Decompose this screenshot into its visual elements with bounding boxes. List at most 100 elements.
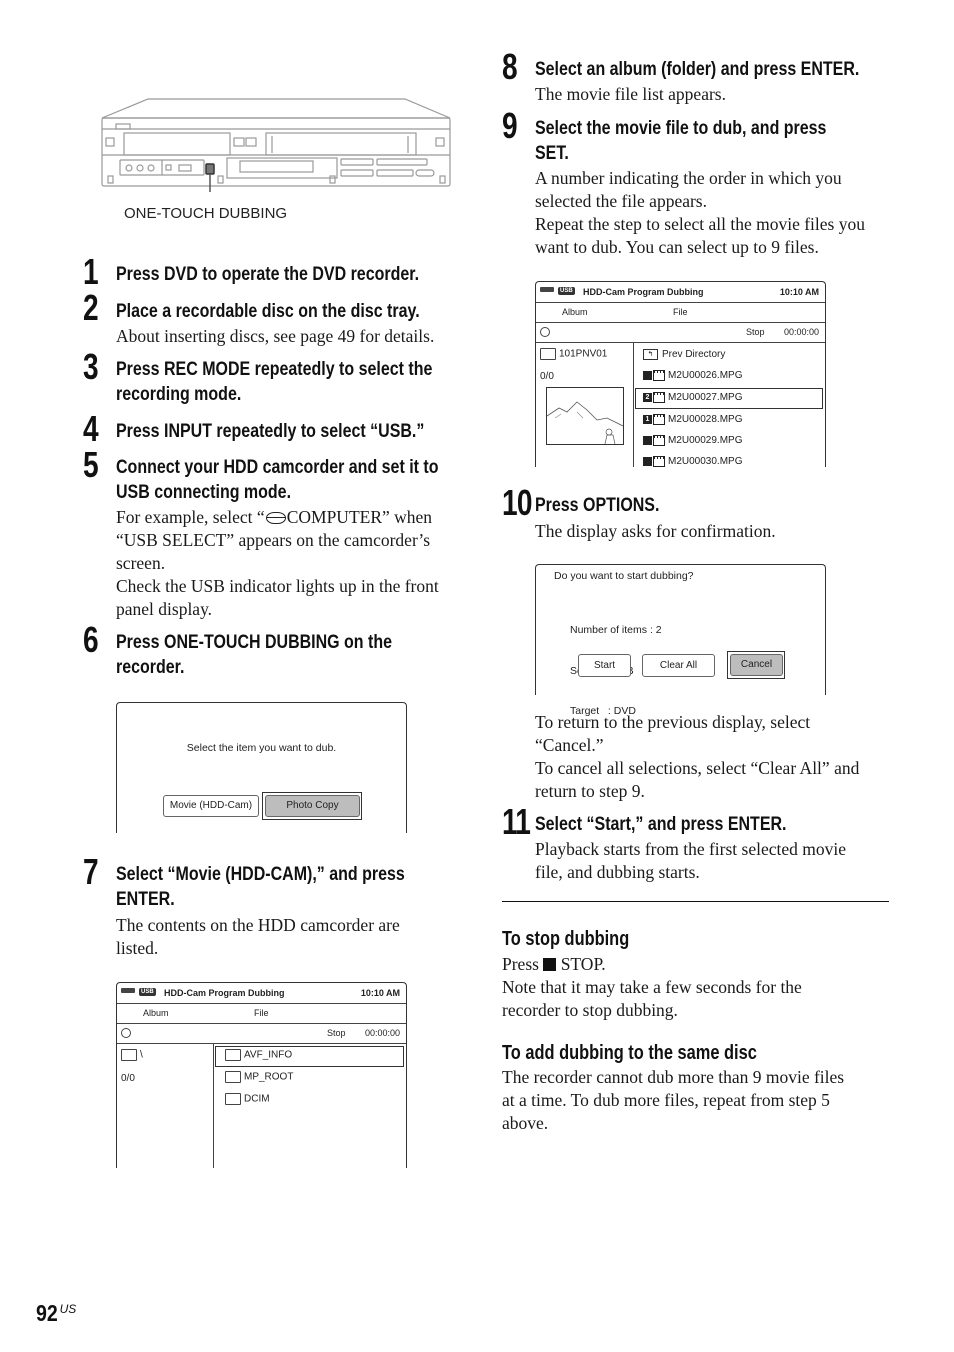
start-button[interactable]: Start — [578, 654, 631, 677]
album-item[interactable]: 101PNV01 — [540, 348, 607, 360]
photo-copy-button[interactable]: Photo Copy — [265, 795, 360, 817]
clock: 10:10 AM — [360, 988, 400, 998]
selection-order-badge — [643, 371, 652, 380]
dvd-recorder-illustration — [100, 96, 452, 192]
folder-icon — [225, 1049, 241, 1061]
step-heading: Select an album (folder) and press ENTER… — [535, 58, 860, 80]
file-item[interactable]: 1 M2U00028.MPG — [643, 414, 742, 425]
file-item[interactable]: M2U00030.MPG — [643, 456, 742, 467]
column-headers: Album File — [117, 1003, 406, 1024]
step-body: The movie file list appears. — [535, 84, 726, 104]
film-icon — [653, 370, 665, 381]
select-item-screen: Select the item you want to dub. Movie (… — [116, 702, 407, 833]
step-number: 2 — [83, 287, 99, 328]
film-icon — [653, 392, 665, 403]
section-divider — [502, 901, 889, 902]
step-heading: Press REC MODE repeatedly to select the … — [116, 358, 433, 405]
step-number: 7 — [83, 851, 99, 892]
film-icon — [653, 414, 665, 425]
callout-label: ONE-TOUCH DUBBING — [124, 205, 288, 222]
album-count: 0/0 — [540, 371, 554, 382]
playback-icon — [540, 327, 550, 337]
album-item[interactable]: \ — [121, 1049, 143, 1061]
step-body: Playback starts from the first selected … — [535, 839, 847, 882]
prev-directory-item[interactable]: ↰ Prev Directory — [643, 349, 725, 360]
confirm-question: Do you want to start dubbing? — [554, 570, 694, 582]
status-row: Stop 00:00:00 — [536, 322, 825, 343]
clock: 10:10 AM — [779, 287, 819, 297]
recorder-drawing — [101, 98, 451, 192]
selection-order-badge — [643, 457, 652, 466]
usb-badge: USB — [558, 287, 575, 295]
file-item[interactable]: MP_ROOT — [225, 1071, 293, 1083]
hdd-cam-dubbing-screen-files: USB HDD-Cam Program Dubbing 10:10 AM Alb… — [535, 281, 826, 467]
file-column-header: File — [673, 307, 688, 317]
selection-order-badge: 2 — [643, 393, 652, 402]
album-column-header: Album — [143, 1008, 169, 1018]
selection-order-badge — [643, 436, 652, 445]
file-item[interactable]: M2U00029.MPG — [643, 435, 742, 446]
video-thumbnail — [546, 387, 624, 445]
pane-divider — [213, 1044, 214, 1168]
album-count: 0/0 — [121, 1073, 135, 1084]
step-heading: Press OPTIONS. — [535, 494, 660, 516]
usb-badge: USB — [139, 988, 156, 996]
step-number: 9 — [502, 105, 518, 146]
time-counter: 00:00:00 — [783, 327, 819, 337]
playback-icon — [121, 1028, 131, 1038]
time-counter: 00:00:00 — [364, 1028, 400, 1038]
step-body: A number indicating the order in which y… — [535, 168, 865, 257]
screen-title: HDD-Cam Program Dubbing — [583, 287, 704, 297]
manual-page: { "figure": { "callout_label": "ONE-TOUC… — [0, 0, 954, 1352]
step-number: 5 — [83, 444, 99, 485]
file-item[interactable]: 2 M2U00027.MPG — [643, 392, 742, 403]
folder-icon — [225, 1071, 241, 1083]
step-number: 1 — [83, 251, 99, 292]
film-icon — [653, 456, 665, 467]
step-heading: Place a recordable disc on the disc tray… — [116, 300, 420, 322]
step-heading: Connect your HDD camcorder and set it to… — [116, 456, 439, 503]
film-icon — [653, 435, 665, 446]
step-body: To return to the previous display, selec… — [535, 712, 860, 801]
back-folder-icon: ↰ — [643, 349, 658, 360]
pane-divider — [633, 343, 634, 467]
screen-title: HDD-Cam Program Dubbing — [164, 988, 285, 998]
step-number: 8 — [502, 46, 518, 87]
playback-status: Stop — [327, 1028, 346, 1038]
page-number: 92 US — [36, 1300, 77, 1326]
file-item[interactable]: AVF_INFO — [225, 1049, 292, 1061]
step-number: 10 — [502, 482, 532, 523]
stop-dubbing-body: Press STOP. Note that it may take a few … — [502, 954, 802, 1020]
step-number: 6 — [83, 619, 99, 660]
step-body: For example, select “COMPUTER” when “USB… — [116, 507, 439, 619]
one-touch-dubbing-button-icon — [205, 163, 215, 175]
mountain-thumbnail-icon — [546, 401, 624, 445]
file-column-header: File — [254, 1008, 269, 1018]
stop-icon — [543, 958, 557, 971]
selection-order-badge: 1 — [643, 415, 652, 424]
step-body: The contents on the HDD camcorder are li… — [116, 915, 400, 958]
step-heading: Press DVD to operate the DVD recorder. — [116, 263, 420, 285]
album-column-header: Album — [562, 307, 588, 317]
file-item[interactable]: DCIM — [225, 1093, 270, 1105]
movie-hdd-cam-button[interactable]: Movie (HDD-Cam) — [163, 795, 259, 817]
step-number: 3 — [83, 346, 99, 387]
clear-all-button[interactable]: Clear All — [642, 654, 715, 677]
column-headers: Album File — [536, 302, 825, 323]
hdd-cam-dubbing-screen-folders: USB HDD-Cam Program Dubbing 10:10 AM Alb… — [116, 982, 407, 1168]
screen-header: USB HDD-Cam Program Dubbing 10:10 AM — [536, 282, 825, 303]
playback-status: Stop — [746, 327, 765, 337]
step-heading: Select “Start,” and press ENTER. — [535, 813, 787, 835]
status-row: Stop 00:00:00 — [117, 1023, 406, 1044]
usb-connection-icon — [121, 988, 135, 993]
add-dubbing-body: The recorder cannot dub more than 9 movi… — [502, 1067, 845, 1133]
step-number: 11 — [502, 801, 531, 842]
folder-icon — [540, 348, 556, 360]
step-heading: Select the movie file to dub, and press … — [535, 117, 827, 164]
step-heading: Press ONE-TOUCH DUBBING on the recorder. — [116, 631, 393, 678]
camcorder-computer-icon — [265, 512, 286, 524]
usb-connection-icon — [540, 287, 554, 292]
cancel-button[interactable]: Cancel — [730, 654, 783, 676]
file-item[interactable]: M2U00026.MPG — [643, 370, 742, 381]
step-body: About inserting discs, see page 49 for d… — [116, 326, 435, 346]
